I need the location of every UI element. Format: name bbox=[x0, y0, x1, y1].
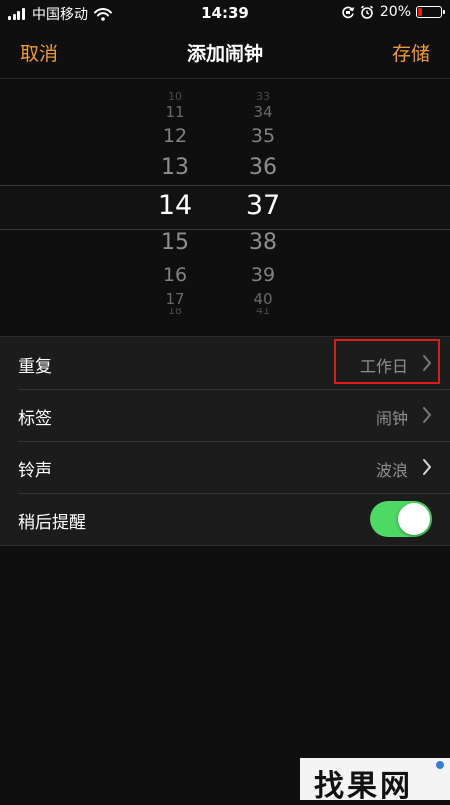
hour-option[interactable]: 13 bbox=[145, 155, 205, 180]
minute-option[interactable]: 36 bbox=[233, 155, 293, 180]
battery-percent: 20% bbox=[379, 4, 411, 20]
hour-wheel[interactable]: 10 11 12 13 14 15 16 17 18 bbox=[145, 78, 205, 336]
hour-option[interactable]: 15 bbox=[145, 230, 205, 255]
minute-option[interactable]: 35 bbox=[233, 125, 293, 147]
alarm-icon bbox=[360, 5, 373, 19]
toggle-knob bbox=[398, 503, 430, 535]
hour-option[interactable]: 12 bbox=[145, 125, 205, 147]
highlight-annotation-box bbox=[334, 339, 440, 384]
minute-option[interactable]: 40 bbox=[233, 292, 293, 306]
minute-option[interactable]: 41 bbox=[233, 308, 293, 314]
sound-label: 铃声 bbox=[18, 461, 52, 481]
chevron-right-icon bbox=[423, 459, 431, 475]
page-title: 添加闹钟 bbox=[186, 43, 263, 65]
minute-wheel[interactable]: 33 34 35 36 37 38 39 40 41 bbox=[233, 78, 293, 336]
snooze-label: 稍后提醒 bbox=[18, 513, 86, 533]
snooze-row: 稍后提醒 bbox=[0, 493, 450, 545]
nav-bar: 取消 添加闹钟 存储 bbox=[0, 26, 450, 79]
tag-row[interactable]: 标签 闹钟 bbox=[0, 389, 450, 441]
rotation-lock-icon bbox=[342, 6, 355, 19]
repeat-label: 重复 bbox=[18, 357, 52, 377]
selected-hour[interactable]: 14 bbox=[145, 190, 205, 221]
chevron-right-icon bbox=[423, 407, 431, 423]
selected-minute[interactable]: 37 bbox=[233, 190, 293, 221]
status-right: 20% bbox=[341, 4, 445, 20]
battery-level-fill bbox=[418, 8, 422, 16]
sound-row[interactable]: 铃声 波浪 bbox=[0, 441, 450, 493]
battery-icon bbox=[416, 6, 445, 18]
minute-option[interactable]: 38 bbox=[233, 230, 293, 255]
sound-value: 波浪 bbox=[375, 461, 408, 480]
minute-option[interactable]: 34 bbox=[233, 105, 293, 119]
picker-selection-band bbox=[0, 185, 450, 230]
watermark-dot-icon bbox=[436, 761, 444, 769]
hour-option[interactable]: 17 bbox=[145, 292, 205, 306]
watermark-text: 找果网 bbox=[314, 769, 413, 804]
tag-label: 标签 bbox=[18, 409, 52, 429]
minute-option[interactable]: 39 bbox=[233, 264, 293, 286]
hour-option[interactable]: 10 bbox=[145, 92, 205, 102]
time-picker[interactable]: 10 11 12 13 14 15 16 17 18 33 34 35 36 3… bbox=[0, 78, 450, 336]
save-button[interactable]: 存储 bbox=[392, 39, 430, 66]
snooze-toggle[interactable] bbox=[370, 501, 432, 537]
hour-option[interactable]: 11 bbox=[145, 105, 205, 119]
tag-value: 闹钟 bbox=[375, 409, 408, 428]
hour-option[interactable]: 18 bbox=[145, 308, 205, 314]
status-bar: 中国移动 14:39 20% bbox=[0, 0, 450, 26]
hour-option[interactable]: 16 bbox=[145, 264, 205, 286]
minute-option[interactable]: 33 bbox=[233, 92, 293, 102]
watermark: 找果网 bbox=[300, 758, 450, 804]
